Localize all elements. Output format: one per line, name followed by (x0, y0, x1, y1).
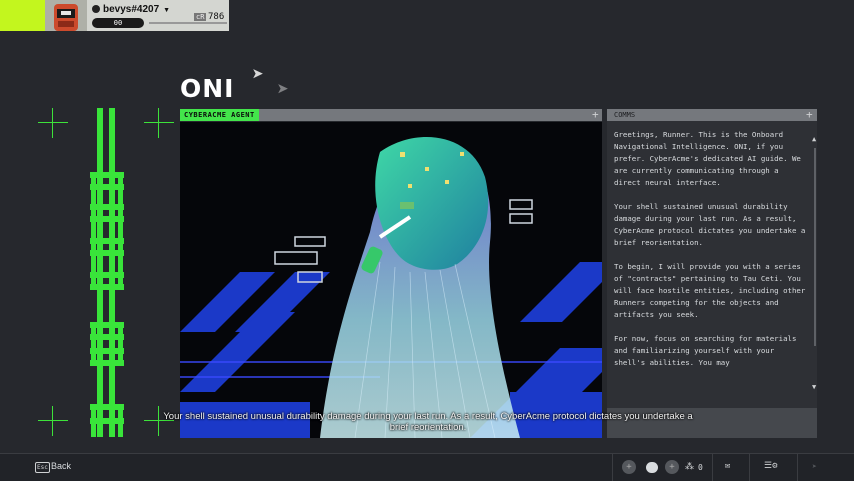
back-button[interactable]: Back (51, 461, 71, 471)
level-badge: 00 (92, 18, 144, 28)
credits-value: 786 (208, 12, 225, 22)
comms-log[interactable]: Greetings, Runner. This is the Onboard N… (607, 121, 817, 408)
comms-panel-header: COMMS + (607, 109, 817, 121)
user-card[interactable]: bevys#4207 ▼ cR 786 00 (87, 0, 229, 31)
plus-icon: + (806, 108, 813, 121)
avatar-image (45, 0, 87, 31)
scroll-down-arrow-icon[interactable]: ▼ (812, 383, 816, 391)
next-arrow-icon: ➤ (812, 462, 817, 471)
dialogue-subtitle: Your shell sustained unusual durability … (150, 411, 706, 433)
comms-label: COMMS (614, 111, 636, 119)
username: bevys#4207 ▼ (92, 4, 170, 15)
avatar[interactable] (45, 0, 87, 31)
crosshair-decoration (38, 108, 68, 138)
party-slot-button[interactable]: + (665, 460, 679, 474)
chevron-down-icon: ▼ (163, 7, 171, 14)
page-title: ONI (180, 74, 235, 103)
oni-hologram-image (180, 122, 602, 438)
divider (612, 454, 613, 481)
cursor-ghost-icon: ➤ (277, 77, 290, 101)
settings-icon[interactable]: ☰⚙ (764, 461, 778, 471)
party-slot-button[interactable]: + (622, 460, 636, 474)
plus-icon: + (592, 108, 599, 121)
party-members-icon[interactable]: ⁂ (685, 462, 694, 472)
scroll-up-arrow-icon[interactable]: ▲ (812, 135, 816, 143)
scrollbar[interactable] (814, 148, 816, 346)
mouse-cursor-icon: ➤ (252, 62, 265, 86)
divider (712, 454, 713, 481)
comms-message: Greetings, Runner. This is the Onboard N… (614, 129, 807, 381)
chat-icon[interactable] (646, 462, 658, 473)
credits-label: cR (194, 13, 207, 21)
subtitle-line: brief reorientation. (389, 422, 467, 433)
party-count: 0 (698, 463, 703, 472)
comms-paragraph: To begin, I will provide you with a seri… (614, 262, 806, 319)
agent-panel-header: CYBERACME AGENT + (180, 109, 602, 121)
divider (797, 454, 798, 481)
xp-bar (149, 22, 227, 24)
platform-icon (92, 5, 100, 13)
subtitle-line: Your shell sustained unusual durability … (163, 411, 693, 422)
esc-key-icon: Esc (35, 462, 50, 473)
mail-icon[interactable]: ✉ (725, 461, 730, 471)
crosshair-decoration (144, 108, 174, 138)
brand-accent-block (0, 0, 45, 31)
crosshair-decoration (38, 406, 68, 436)
comms-paragraph: Your shell sustained unusual durability … (614, 202, 806, 247)
bottom-bar: Esc Back + + ⁂ 0 ✉ ☰⚙ ➤ (0, 453, 854, 481)
divider (749, 454, 750, 481)
comms-paragraph: For now, focus on searching for material… (614, 334, 797, 367)
agent-portrait (180, 122, 602, 438)
comms-paragraph: Greetings, Runner. This is the Onboard N… (614, 130, 801, 187)
username-text: bevys#4207 (103, 4, 160, 15)
agent-tag: CYBERACME AGENT (180, 109, 259, 121)
barcode-decoration (90, 108, 124, 437)
